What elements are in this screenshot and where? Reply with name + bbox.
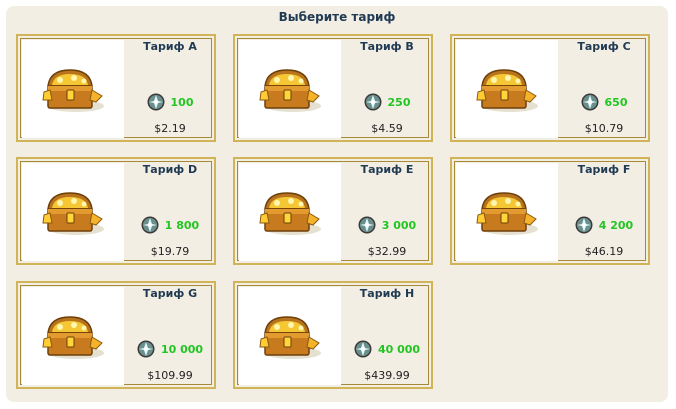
tariff-name: Тариф D (142, 163, 198, 176)
tariff-amount: 1 800 (124, 215, 216, 235)
tariff-price: $4.59 (371, 122, 403, 135)
page-title: Выберите тариф (278, 10, 396, 24)
tariff-amount: 4 200 (558, 215, 650, 235)
tariff-name: Тариф F (577, 163, 631, 176)
tariff-name: Тариф C (577, 40, 631, 53)
tariff-price: $46.19 (584, 245, 624, 258)
tariff-card-d[interactable]: Тариф D 1 800 $19.79 (16, 157, 216, 265)
tariff-panel: Выберите тариф Тариф A 100 $2.19 Тариф B (6, 6, 668, 402)
gem-icon (141, 216, 159, 234)
treasure-chest-icon (22, 163, 124, 261)
tariff-price: $10.79 (584, 122, 624, 135)
amount-value: 100 (170, 95, 194, 109)
tariff-card-g[interactable]: Тариф G 10 000 $109.99 (16, 281, 216, 389)
tariff-name: Тариф B (360, 40, 414, 53)
treasure-chest-icon (22, 40, 124, 138)
gem-icon (575, 216, 593, 234)
amount-value: 4 200 (598, 218, 634, 232)
tariff-amount: 40 000 (341, 339, 433, 359)
tariff-amount: 100 (124, 92, 216, 112)
tariff-name: Тариф A (143, 40, 197, 53)
amount-value: 40 000 (377, 342, 421, 356)
gem-icon (358, 216, 376, 234)
tariff-card-h[interactable]: Тариф H 40 000 $439.99 (233, 281, 433, 389)
tariff-amount: 10 000 (124, 339, 216, 359)
amount-value: 10 000 (160, 342, 204, 356)
gem-icon (581, 93, 599, 111)
treasure-chest-icon (239, 163, 341, 261)
tariff-amount: 250 (341, 92, 433, 112)
treasure-chest-icon (239, 287, 341, 385)
tariff-price: $32.99 (367, 245, 407, 258)
tariff-name: Тариф H (359, 287, 415, 300)
tariff-card-a[interactable]: Тариф A 100 $2.19 (16, 34, 216, 142)
tariff-name: Тариф E (360, 163, 414, 176)
gem-icon (364, 93, 382, 111)
tariff-card-f[interactable]: Тариф F 4 200 $46.19 (450, 157, 650, 265)
amount-value: 1 800 (164, 218, 200, 232)
tariff-amount: 3 000 (341, 215, 433, 235)
tariff-price: $2.19 (154, 122, 186, 135)
tariff-card-b[interactable]: Тариф B 250 $4.59 (233, 34, 433, 142)
gem-icon (147, 93, 165, 111)
tariff-amount: 650 (558, 92, 650, 112)
gem-icon (137, 340, 155, 358)
amount-value: 3 000 (381, 218, 417, 232)
tariff-card-e[interactable]: Тариф E 3 000 $32.99 (233, 157, 433, 265)
amount-value: 650 (604, 95, 628, 109)
tariff-price: $439.99 (364, 369, 410, 382)
tariff-card-c[interactable]: Тариф C 650 $10.79 (450, 34, 650, 142)
tariff-name: Тариф G (142, 287, 198, 300)
gem-icon (354, 340, 372, 358)
tariff-price: $19.79 (150, 245, 190, 258)
amount-value: 250 (387, 95, 411, 109)
treasure-chest-icon (456, 40, 558, 138)
treasure-chest-icon (239, 40, 341, 138)
treasure-chest-icon (22, 287, 124, 385)
treasure-chest-icon (456, 163, 558, 261)
tariff-price: $109.99 (147, 369, 193, 382)
